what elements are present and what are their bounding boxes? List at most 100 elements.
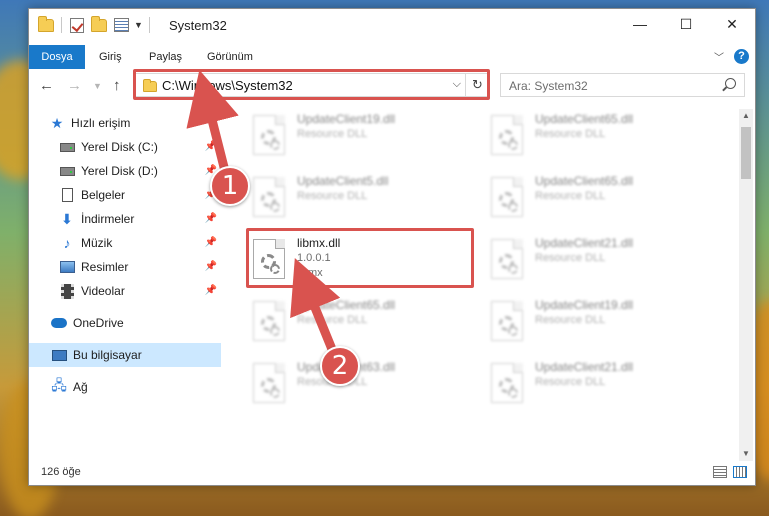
recent-locations-icon[interactable]: ▼: [93, 81, 102, 91]
sidebar-item-network[interactable]: 🖧 Ağ: [29, 375, 221, 399]
videos-icon: [59, 283, 75, 299]
window-title: System32: [169, 18, 227, 33]
sidebar-item-label: Resimler: [81, 260, 129, 274]
file-item[interactable]: UpdateClient5.dll Resource DLL: [245, 171, 470, 229]
file-name: UpdateClient5.dll: [297, 174, 389, 188]
expand-ribbon-icon[interactable]: ﹀: [714, 49, 724, 64]
item-count: 126 öğe: [41, 466, 81, 478]
tiles-view-icon[interactable]: [733, 466, 747, 478]
file-highlight: [246, 228, 474, 288]
dll-file-icon: [491, 115, 523, 155]
details-view-icon[interactable]: [713, 466, 727, 478]
status-bar: 126 öğe: [29, 461, 755, 485]
file-description: Resource DLL: [535, 314, 606, 326]
file-item[interactable]: UpdateClient65.dll Resource DLL: [245, 295, 470, 353]
back-arrow-icon[interactable]: ←: [39, 77, 54, 94]
sidebar-item-pictures[interactable]: Resimler 📌: [29, 255, 221, 279]
pin-icon[interactable]: 📌: [205, 237, 217, 248]
pin-icon[interactable]: 📌: [205, 261, 217, 272]
file-description: Resource DLL: [535, 252, 606, 264]
scroll-thumb[interactable]: [741, 127, 751, 179]
sidebar-item-downloads[interactable]: ⬇ İndirmeler 📌: [29, 207, 221, 231]
sidebar-item-label: Hızlı erişim: [71, 116, 131, 130]
sidebar-item-this-pc[interactable]: Bu bilgisayar: [29, 343, 221, 367]
document-icon: [59, 187, 75, 203]
file-name: UpdateClient65.dll: [535, 174, 634, 188]
sidebar-item-label: OneDrive: [73, 316, 124, 330]
sidebar-item-label: Yerel Disk (D:): [81, 164, 158, 178]
file-description: Resource DLL: [297, 314, 368, 326]
view-buttons: [713, 466, 747, 478]
pin-icon[interactable]: 📌: [205, 141, 217, 152]
sidebar-item-videos[interactable]: Videolar 📌: [29, 279, 221, 303]
music-icon: ♪: [63, 235, 71, 251]
file-name: UpdateClient21.dll: [535, 360, 634, 374]
tab-share[interactable]: Paylaş: [149, 45, 182, 69]
pictures-icon: [59, 259, 75, 275]
sidebar-item-label: Müzik: [81, 236, 113, 250]
sidebar-item-label: Videolar: [81, 284, 125, 298]
sidebar-item-music[interactable]: ♪ Müzik 📌: [29, 231, 221, 255]
pin-icon[interactable]: 📌: [205, 285, 217, 296]
properties-icon[interactable]: [112, 16, 130, 34]
tab-file[interactable]: Dosya: [29, 45, 85, 69]
disk-icon: [59, 139, 75, 155]
minimize-button[interactable]: —: [617, 9, 663, 39]
pin-icon[interactable]: 📌: [205, 213, 217, 224]
dll-file-icon: [253, 177, 285, 217]
file-item[interactable]: UpdateClient21.dll Resource DLL: [483, 233, 708, 291]
file-description: Resource DLL: [535, 376, 606, 388]
tab-view[interactable]: Görünüm: [207, 45, 253, 69]
up-arrow-icon[interactable]: ↑: [113, 77, 121, 94]
toolbar-separator: [61, 17, 62, 33]
sidebar-item-local-disk-c[interactable]: Yerel Disk (C:) 📌: [29, 135, 221, 159]
file-description: Resource DLL: [297, 128, 368, 140]
file-item[interactable]: UpdateClient19.dll Resource DLL: [483, 295, 708, 353]
dll-file-icon: [491, 239, 523, 279]
sidebar-item-quick-access[interactable]: ★ Hızlı erişim: [29, 111, 221, 135]
new-folder-icon[interactable]: [90, 15, 108, 34]
properties-check-icon[interactable]: [68, 16, 86, 34]
sidebar-item-label: Yerel Disk (C:): [81, 140, 158, 154]
cloud-icon: [51, 315, 67, 331]
search-icon[interactable]: [725, 78, 736, 89]
sidebar-item-label: Belgeler: [81, 188, 126, 202]
close-button[interactable]: ✕: [709, 9, 755, 39]
dll-file-icon: [491, 363, 523, 403]
file-name: UpdateClient65.dll: [535, 112, 634, 126]
file-item[interactable]: UpdateClient65.dll Resource DLL: [483, 109, 708, 167]
file-item[interactable]: UpdateClient65.dll Resource DLL: [483, 171, 708, 229]
tab-home[interactable]: Giriş: [99, 45, 122, 69]
toolbar-separator: [148, 17, 150, 33]
file-name: UpdateClient19.dll: [535, 298, 634, 312]
address-bar-highlight: [133, 69, 490, 100]
sidebar-item-documents[interactable]: Belgeler 📌: [29, 183, 221, 207]
file-name: UpdateClient19.dll: [297, 112, 396, 126]
navigation-pane: ★ Hızlı erişim Yerel Disk (C:) 📌 Yerel D…: [29, 109, 221, 461]
window-controls: — ☐ ✕: [617, 9, 755, 39]
network-icon: 🖧: [51, 377, 67, 393]
maximize-button[interactable]: ☐: [663, 9, 709, 39]
step-1-badge: 1: [210, 166, 250, 206]
sidebar-item-label: Bu bilgisayar: [73, 348, 142, 362]
help-icon[interactable]: ?: [734, 49, 749, 64]
vertical-scrollbar[interactable]: ▲ ▼: [739, 109, 753, 461]
quick-access-toolbar: ▼: [37, 15, 152, 34]
file-name: UpdateClient21.dll: [535, 236, 634, 250]
file-item[interactable]: UpdateClient21.dll Resource DLL: [483, 357, 708, 415]
sidebar-item-onedrive[interactable]: OneDrive: [29, 311, 221, 335]
scroll-down-icon[interactable]: ▼: [739, 447, 753, 461]
download-icon: ⬇: [61, 210, 73, 227]
scroll-up-icon[interactable]: ▲: [739, 109, 753, 123]
step-2-badge: 2: [320, 346, 360, 386]
customize-toolbar-icon[interactable]: ▼: [134, 20, 143, 30]
dll-file-icon: [491, 177, 523, 217]
search-placeholder: Ara: System32: [509, 79, 588, 93]
search-input[interactable]: Ara: System32: [500, 73, 745, 97]
sidebar-item-local-disk-d[interactable]: Yerel Disk (D:) 📌: [29, 159, 221, 183]
sidebar-item-label: İndirmeler: [81, 212, 135, 226]
forward-arrow-icon[interactable]: →: [67, 77, 82, 94]
star-icon: ★: [50, 114, 64, 131]
disk-icon: [59, 163, 75, 179]
file-item[interactable]: UpdateClient19.dll Resource DLL: [245, 109, 470, 167]
